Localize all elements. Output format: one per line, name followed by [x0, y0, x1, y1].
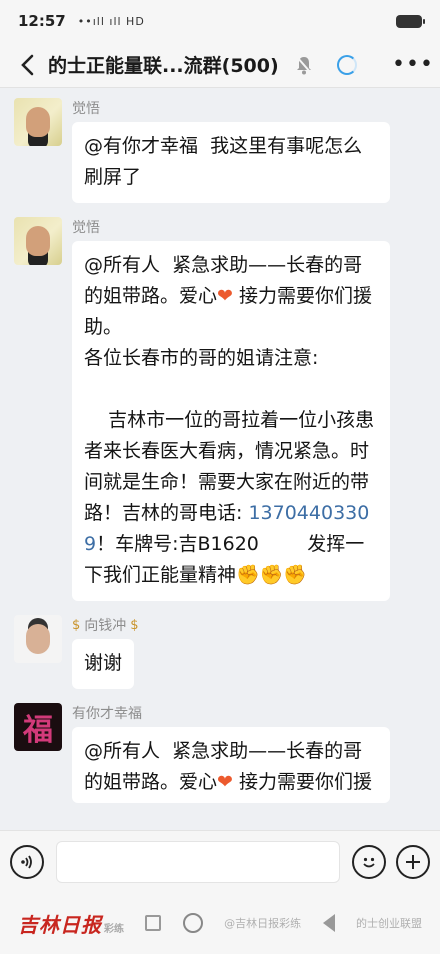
message-bubble[interactable]: @有你才幸福 我这里有事呢怎么刷屏了 [72, 122, 390, 203]
back-icon[interactable] [12, 50, 42, 80]
message-row: 觉悟 @所有人 紧急求助——长春的哥的姐带路。爱心❤ 接力需要你们援助。 各位长… [0, 217, 440, 601]
mute-bell-icon [293, 54, 315, 76]
input-bar [0, 830, 440, 892]
loading-icon [336, 54, 357, 75]
back-nav-icon[interactable] [322, 914, 335, 932]
system-nav-bar: 吉林日报 彩练 @吉林日报彩练 的士创业联盟 [0, 892, 440, 954]
watermark-text: @吉林日报彩练 [224, 917, 302, 930]
money-bag-icon: $ [72, 617, 81, 633]
message-text: 接力需要你们援助。 各位长春市的哥的姐请注意: 吉林市一位的哥拉着一位小孩患者来… [84, 285, 375, 524]
brand-logo: 吉林日报 彩练 [18, 912, 124, 937]
money-bag-icon: $ [130, 617, 139, 633]
message-bubble[interactable]: 谢谢 [72, 639, 135, 689]
message-text: ！车牌号:吉B1620 发挥一下我们正能量精神 [84, 533, 365, 586]
home-icon[interactable] [182, 913, 203, 933]
message-row: 福 有你才幸福 @所有人 紧急求助——长春的哥的姐带路。爱心❤ 接力需要你们援助… [0, 703, 440, 807]
message-row: 觉悟 @有你才幸福 我这里有事呢怎么刷屏了 [0, 98, 440, 203]
watermark-text: 的士创业联盟 [355, 917, 422, 930]
signal-icon: ••ıll ıll HD [77, 14, 145, 28]
emoji-icon[interactable] [352, 844, 386, 879]
sender-name: 有你才幸福 [72, 706, 142, 722]
avatar[interactable] [14, 217, 62, 265]
sender-name: 向钱冲 [84, 618, 127, 634]
heart-emoji-icon: ❤ [217, 771, 233, 793]
message-bubble[interactable]: @所有人 紧急求助——长春的哥的姐带路。爱心❤ 接力需要你们援助。 各位长春市的… [72, 241, 390, 601]
avatar[interactable]: 福 [14, 703, 62, 751]
chat-area[interactable]: 觉悟 @有你才幸福 我这里有事呢怎么刷屏了 觉悟 @所有人 紧急求助——长春的哥… [0, 88, 440, 838]
heart-emoji-icon: ❤ [217, 285, 233, 307]
more-options-icon[interactable]: ••• [392, 52, 433, 77]
sender-name: 觉悟 [72, 101, 100, 117]
avatar[interactable] [14, 98, 62, 146]
voice-icon[interactable] [10, 844, 44, 879]
plus-icon[interactable] [396, 844, 430, 879]
recent-apps-icon[interactable] [145, 915, 162, 931]
fist-emoji-icon: ✊✊✊ [236, 564, 307, 586]
message-row: $ 向钱冲 $ 谢谢 [0, 615, 440, 689]
battery-icon [396, 14, 425, 28]
chat-header: 的士正能量联...流群(500) ••• [0, 42, 440, 88]
sender-name-row: $ 向钱冲 $ [72, 615, 426, 635]
status-time: 12:57 [18, 12, 66, 30]
message-input[interactable] [56, 840, 340, 883]
message-bubble[interactable]: @所有人 紧急求助——长春的哥的姐带路。爱心❤ 接力需要你们援助。 [72, 727, 390, 803]
avatar-glyph: 福 [23, 713, 53, 748]
status-bar: 12:57 ••ıll ıll HD [0, 0, 440, 42]
chat-title: 的士正能量联...流群(500) [48, 55, 279, 77]
sender-name: 觉悟 [72, 220, 100, 236]
avatar[interactable] [14, 615, 62, 663]
